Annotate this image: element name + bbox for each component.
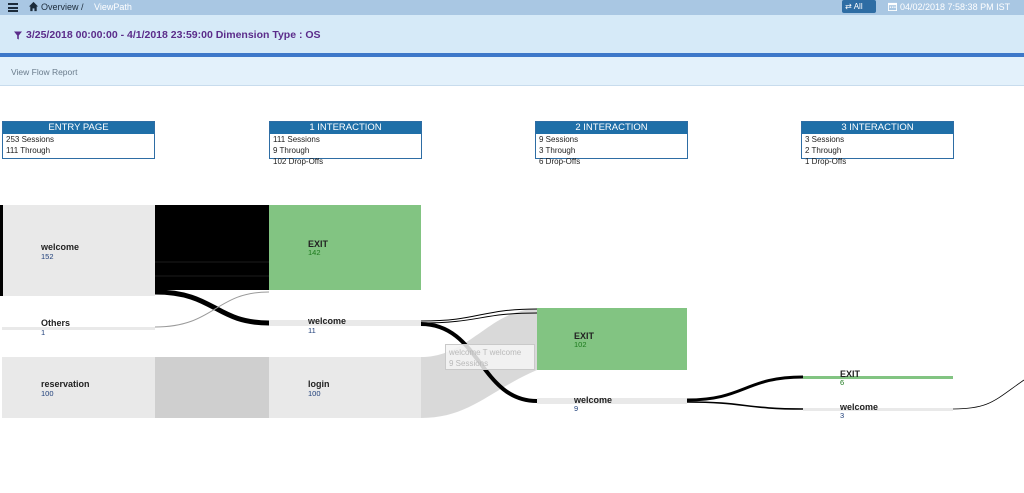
node-i1-login[interactable] <box>269 357 421 418</box>
node-count: 6 <box>840 378 845 387</box>
column-stat: 9 Through <box>273 146 310 155</box>
column-stat: 253 Sessions <box>6 135 55 144</box>
node-count: 1 <box>41 328 46 337</box>
node-label: reservation <box>41 379 90 389</box>
node-label: login <box>308 379 330 389</box>
node-count: 100 <box>41 389 54 398</box>
column-title: ENTRY PAGE <box>3 122 154 134</box>
column-stat: 2 Through <box>805 146 842 155</box>
column-stat: 9 Sessions <box>539 135 579 144</box>
node-count: 9 <box>574 404 579 413</box>
column-interaction-1: 1 INTERACTION 111 Sessions 9 Through 102… <box>269 121 422 166</box>
link-reservation-to-login[interactable] <box>155 357 269 418</box>
node-i3-exit[interactable] <box>803 376 953 379</box>
column-stat: 6 Drop-Offs <box>539 157 581 166</box>
node-count: 11 <box>308 326 316 335</box>
column-stat: 3 Through <box>539 146 576 155</box>
node-label: welcome <box>574 395 613 405</box>
column-stat: 1 Drop-Offs <box>805 157 847 166</box>
column-stat: 3 Sessions <box>805 135 845 144</box>
column-title: 3 INTERACTION <box>802 122 953 134</box>
node-label: Others <box>41 318 71 328</box>
column-interaction-3: 3 INTERACTION 3 Sessions 2 Through 1 Dro… <box>801 121 954 166</box>
column-entry-page: ENTRY PAGE 253 Sessions 111 Through <box>2 121 155 159</box>
tooltip-title: welcome T welcome <box>449 348 522 357</box>
node-label: welcome <box>840 402 879 412</box>
node-i1-exit[interactable] <box>269 205 421 290</box>
tooltip-sessions: 9 Sessions <box>449 359 489 368</box>
link-i3-welcome-out[interactable] <box>952 379 1024 410</box>
node-label: welcome <box>308 316 347 326</box>
node-count: 100 <box>308 389 321 398</box>
column-stat: 102 Drop-Offs <box>273 157 324 166</box>
node-count: 152 <box>41 252 54 261</box>
column-stat: 111 Sessions <box>273 135 320 144</box>
flow-diagram <box>0 205 1024 418</box>
column-interaction-2: 2 INTERACTION 9 Sessions 3 Through 6 Dro… <box>535 121 688 166</box>
link-i2-welcome-to-welcome[interactable] <box>686 401 804 410</box>
link-i2-welcome-to-exit[interactable] <box>686 375 804 402</box>
link-welcome-to-exit[interactable] <box>155 205 269 290</box>
column-title: 2 INTERACTION <box>536 122 687 134</box>
node-i2-exit[interactable] <box>537 308 687 370</box>
node-entry-others[interactable] <box>2 327 155 330</box>
node-label: welcome <box>41 242 80 252</box>
node-count: 102 <box>574 340 587 349</box>
node-count: 3 <box>840 411 845 420</box>
column-title: 1 INTERACTION <box>270 122 421 134</box>
column-stat: 111 Through <box>6 146 51 155</box>
node-count: 142 <box>308 248 321 257</box>
link-welcome-to-welcome[interactable] <box>154 289 270 326</box>
link-tooltip: welcome T welcome 9 Sessions <box>445 344 535 370</box>
node-entry-welcome-marker <box>0 205 3 296</box>
